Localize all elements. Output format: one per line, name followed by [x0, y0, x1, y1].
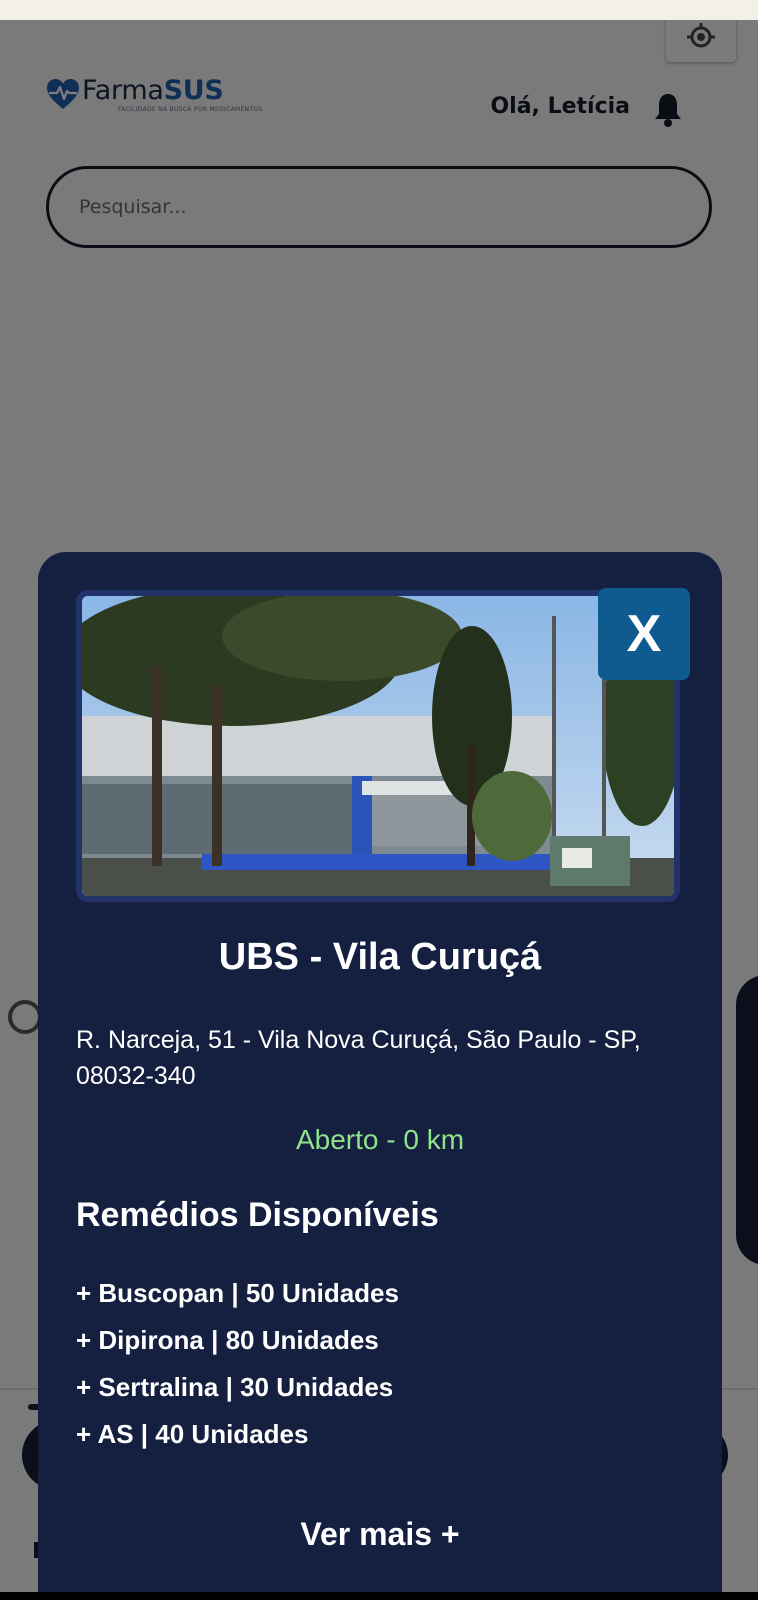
- medicine-item: + Buscopan | 50 Unidades: [76, 1278, 399, 1308]
- app-screen: FarmaSUS FACILIDADE NA BUSCA POR MEDICAM…: [0, 20, 758, 1600]
- status-strip: [0, 0, 758, 20]
- medicine-item: + Sertralina | 30 Unidades: [76, 1372, 394, 1402]
- ubs-address: R. Narceja, 51 - Vila Nova Curuçá, São P…: [76, 1026, 641, 1090]
- system-nav-bar: [0, 1592, 758, 1600]
- ubs-photo: [76, 590, 680, 902]
- ubs-detail-modal: X UBS - Vila Curuçá R. Narceja, 51 - Vil…: [38, 552, 722, 1600]
- close-button[interactable]: X: [598, 588, 690, 680]
- ubs-title: UBS - Vila Curuçá: [218, 936, 542, 978]
- medicines-heading: Remédios Disponíveis: [76, 1196, 439, 1234]
- medicine-item: + Dipirona | 80 Unidades: [76, 1325, 379, 1355]
- see-more-button[interactable]: Ver mais +: [38, 1516, 722, 1553]
- open-status: Aberto - 0 km: [295, 1124, 465, 1155]
- medicine-item: + AS | 40 Unidades: [76, 1419, 309, 1449]
- ubs-building-image: [82, 596, 674, 896]
- medicines-list: + Buscopan | 50 Unidades + Dipirona | 80…: [76, 1270, 399, 1458]
